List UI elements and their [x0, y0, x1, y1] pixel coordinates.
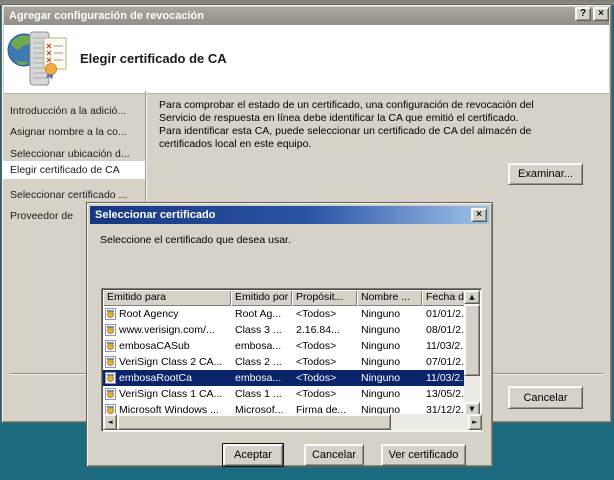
cell-issued-by: embosa...: [231, 372, 292, 384]
scroll-up-icon[interactable]: ▲: [464, 290, 480, 304]
wizard-title: Agregar configuración de revocación: [9, 7, 204, 25]
cell-issued-to: Root Agency: [119, 308, 179, 320]
certificate-icon: [105, 308, 116, 320]
horizontal-scrollbar-thumb[interactable]: [117, 414, 391, 430]
column-header-date[interactable]: Fecha d..: [422, 290, 466, 306]
column-header-purpose[interactable]: Propósit...: [292, 290, 357, 306]
cell-date: 07/01/2..: [422, 356, 466, 368]
cell-date: 11/03/2..: [422, 340, 466, 352]
scroll-left-icon[interactable]: ◄: [103, 414, 117, 430]
cancel-button[interactable]: Cancelar: [304, 444, 364, 466]
cell-purpose: <Todos>: [292, 356, 357, 368]
cell-issued-to: embosaCASub: [119, 340, 190, 352]
select-dialog-titlebar[interactable]: Seleccionar certificado: [90, 206, 489, 224]
step-choose-ca-certificate: Elegir certificado de CA: [2, 161, 145, 179]
certificate-icon: [105, 356, 116, 368]
certificate-icon: [105, 372, 116, 384]
cell-issued-to: embosaRootCa: [119, 372, 192, 384]
cell-issued-by: Class 1 ...: [231, 388, 292, 400]
horizontal-scrollbar[interactable]: ◄ ►: [103, 414, 482, 430]
cell-purpose: <Todos>: [292, 340, 357, 352]
close-button[interactable]: ×: [593, 7, 609, 21]
instruction-line: Para comprobar el estado de un certifica…: [159, 99, 534, 112]
cell-issued-to: VeriSign Class 1 CA...: [119, 388, 222, 400]
instruction-line: Para identificar esta CA, puede seleccio…: [159, 125, 534, 138]
certificate-row[interactable]: VeriSign Class 2 CA... Class 2 ... <Todo…: [103, 354, 466, 370]
wizard-header: Elegir certificado de CA: [4, 25, 609, 94]
scroll-right-icon[interactable]: ►: [468, 414, 482, 430]
cell-friendly-name: Ninguno: [357, 372, 422, 384]
vertical-scrollbar[interactable]: ▲ ▼: [464, 290, 480, 416]
cell-purpose: <Todos>: [292, 388, 357, 400]
cell-issued-by: Class 3 ...: [231, 324, 292, 336]
help-button[interactable]: ?: [575, 7, 591, 21]
browse-button[interactable]: Examinar...: [508, 163, 583, 185]
cell-friendly-name: Ninguno: [357, 308, 422, 320]
step-assign-name: Asignar nombre a la co...: [2, 123, 145, 141]
certificate-row[interactable]: embosaCASub embosa... <Todos> Ninguno 11…: [103, 338, 466, 354]
cell-date: 01/01/2..: [422, 308, 466, 320]
cell-purpose: 2.16.84...: [292, 324, 357, 336]
certificate-list: Emitido para Emitido por Propósit... Nom…: [101, 288, 482, 432]
accept-button[interactable]: Aceptar: [223, 444, 283, 466]
cell-date: 08/01/2..: [422, 324, 466, 336]
cell-issued-to: www.verisign.com/...: [119, 324, 215, 336]
certificate-row-selected[interactable]: embosaRootCa embosa... <Todos> Ninguno 1…: [103, 370, 466, 386]
cell-issued-by: Class 2 ...: [231, 356, 292, 368]
wizard-titlebar[interactable]: Agregar configuración de revocación: [4, 7, 609, 25]
cell-friendly-name: Ninguno: [357, 356, 422, 368]
select-instruction: Seleccione el certificado que desea usar…: [100, 234, 291, 246]
step-introduction: Introducción a la adició...: [2, 102, 145, 120]
select-dialog-close-button[interactable]: ×: [471, 208, 487, 222]
cell-purpose: <Todos>: [292, 308, 357, 320]
certificate-icon: [105, 324, 116, 336]
list-header: Emitido para Emitido por Propósit... Nom…: [103, 290, 466, 306]
view-certificate-button[interactable]: Ver certificado: [381, 444, 466, 466]
certificate-row[interactable]: Root Agency Root Ag... <Todos> Ninguno 0…: [103, 306, 466, 322]
cell-friendly-name: Ninguno: [357, 340, 422, 352]
cell-friendly-name: Ninguno: [357, 324, 422, 336]
certificate-icon: [105, 340, 116, 352]
instruction-text: Para comprobar el estado de un certifica…: [159, 99, 534, 151]
column-header-issued-by[interactable]: Emitido por: [231, 290, 292, 306]
vertical-scrollbar-thumb[interactable]: [464, 304, 480, 376]
instruction-line: certificados local en este equipo.: [159, 138, 534, 151]
cell-purpose: <Todos>: [292, 372, 357, 384]
list-rows: Root Agency Root Ag... <Todos> Ninguno 0…: [103, 306, 466, 416]
certificate-server-icon: [6, 27, 70, 91]
cell-date: 11/03/2..: [422, 372, 466, 384]
certificate-icon: [105, 388, 116, 400]
column-header-issued-to[interactable]: Emitido para: [103, 290, 231, 306]
cell-issued-to: VeriSign Class 2 CA...: [119, 356, 222, 368]
select-dialog-title: Seleccionar certificado: [95, 206, 215, 224]
column-header-friendly-name[interactable]: Nombre ...: [357, 290, 422, 306]
cell-issued-by: Root Ag...: [231, 308, 292, 320]
cell-friendly-name: Ninguno: [357, 388, 422, 400]
desktop: Agregar configuración de revocación ? × …: [0, 0, 614, 480]
cell-date: 13/05/2..: [422, 388, 466, 400]
page-title: Elegir certificado de CA: [80, 51, 227, 66]
select-certificate-dialog: Seleccionar certificado × Seleccione el …: [86, 202, 493, 467]
instruction-line: Servicio de respuesta en línea debe iden…: [159, 112, 534, 125]
certificate-row[interactable]: VeriSign Class 1 CA... Class 1 ... <Todo…: [103, 386, 466, 402]
cell-issued-by: embosa...: [231, 340, 292, 352]
certificate-row[interactable]: www.verisign.com/... Class 3 ... 2.16.84…: [103, 322, 466, 338]
wizard-cancel-button[interactable]: Cancelar: [508, 386, 583, 409]
